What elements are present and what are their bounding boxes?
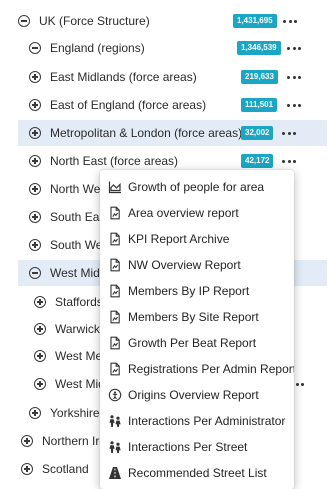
count-badge: 42,172 <box>241 154 274 168</box>
collapse-icon[interactable] <box>29 267 41 279</box>
expand-icon[interactable] <box>29 407 41 419</box>
expand-icon[interactable] <box>34 350 46 362</box>
menu-item-members-by-site-report[interactable]: Members By Site Report <box>100 304 294 330</box>
expand-icon[interactable] <box>29 183 41 195</box>
more-options-icon[interactable] <box>287 98 301 112</box>
menu-item-label: Growth Per Beat Report <box>128 336 257 350</box>
area-chart-icon <box>108 180 122 194</box>
expand-icon[interactable] <box>34 296 46 308</box>
expand-icon[interactable] <box>34 323 46 335</box>
tree-row-label: East of England (force areas) <box>50 98 207 112</box>
menu-item-kpi-report-archive[interactable]: KPI Report Archive <box>100 226 294 252</box>
expand-icon[interactable] <box>29 71 41 83</box>
menu-item-label: Registrations Per Admin Report <box>128 362 294 376</box>
menu-item-growth-of-people-for-area[interactable]: Growth of people for area <box>100 174 294 200</box>
menu-item-nw-overview-report[interactable]: NW Overview Report <box>100 252 294 278</box>
tree-row-east-of-england[interactable]: East of England (force areas) 111,501 <box>0 92 328 118</box>
menu-item-growth-per-beat-report[interactable]: Growth Per Beat Report <box>100 330 294 356</box>
menu-item-origins-overview-report[interactable]: Origins Overview Report <box>100 382 294 408</box>
report-document-icon <box>108 362 122 376</box>
report-document-icon <box>108 258 122 272</box>
more-options-icon[interactable] <box>283 14 297 28</box>
report-document-icon <box>108 284 122 298</box>
count-badge: 111,501 <box>241 98 278 112</box>
expand-icon[interactable] <box>29 155 41 167</box>
tree-row-england[interactable]: England (regions) 1,346,539 <box>0 35 328 61</box>
more-options-icon[interactable] <box>287 41 301 55</box>
report-document-icon <box>108 336 122 350</box>
menu-item-label: Members By IP Report <box>128 284 250 298</box>
more-options-icon[interactable] <box>282 154 296 168</box>
collapse-icon[interactable] <box>18 15 30 27</box>
tree-row-label: England (regions) <box>50 41 145 55</box>
count-badge: 1,346,539 <box>237 41 281 55</box>
tree-row-label: UK (Force Structure) <box>39 14 150 28</box>
tree-row-label: Metropolitan & London (force areas) <box>50 126 243 140</box>
menu-item-members-by-ip-report[interactable]: Members By IP Report <box>100 278 294 304</box>
menu-item-label: Interactions Per Administrator <box>128 414 286 428</box>
tree-row-label: North East (force areas) <box>50 154 179 168</box>
menu-item-label: Members By Site Report <box>128 310 259 324</box>
menu-item-interactions-per-administrator[interactable]: Interactions Per Administrator <box>100 408 294 434</box>
menu-item-label: KPI Report Archive <box>128 232 230 246</box>
count-badge: 1,431,695 <box>233 14 277 28</box>
expand-icon[interactable] <box>29 99 41 111</box>
expand-icon[interactable] <box>34 378 46 390</box>
tree-row-metropolitan-london[interactable]: Metropolitan & London (force areas) 32,00… <box>18 120 327 146</box>
origins-icon <box>108 388 122 402</box>
expand-icon[interactable] <box>29 211 41 223</box>
menu-item-recommended-street-list[interactable]: Recommended Street List <box>100 460 294 486</box>
menu-item-label: Growth of people for area <box>128 180 265 194</box>
menu-item-interactions-per-street[interactable]: Interactions Per Street <box>100 434 294 460</box>
menu-item-label: Origins Overview Report <box>128 388 259 402</box>
context-menu: Growth of people for area Area overview r… <box>100 170 294 489</box>
expand-icon[interactable] <box>29 127 41 139</box>
menu-item-area-overview-report[interactable]: Area overview report <box>100 200 294 226</box>
tree-row-label: East Midlands (force areas) <box>50 70 197 84</box>
report-document-icon <box>108 310 122 324</box>
menu-item-label: Recommended Street List <box>128 466 267 480</box>
tree-row-label: Scotland <box>42 462 89 476</box>
more-options-icon[interactable] <box>282 126 296 140</box>
expand-icon[interactable] <box>21 463 33 475</box>
tree-row-uk[interactable]: UK (Force Structure) 1,431,695 <box>0 8 328 34</box>
report-document-icon <box>108 206 122 220</box>
menu-item-label: Interactions Per Street <box>128 440 248 454</box>
menu-item-label: Area overview report <box>128 206 239 220</box>
collapse-icon[interactable] <box>29 42 41 54</box>
menu-item-label: NW Overview Report <box>128 258 241 272</box>
report-document-icon <box>108 232 122 246</box>
expand-icon[interactable] <box>21 435 33 447</box>
count-badge: 219,633 <box>241 70 278 84</box>
more-options-icon[interactable] <box>287 70 301 84</box>
road-icon <box>108 466 122 480</box>
count-badge: 32,002 <box>241 126 274 140</box>
tree-row-east-midlands[interactable]: East Midlands (force areas) 219,633 <box>0 64 328 90</box>
interactions-icon <box>108 414 122 428</box>
expand-icon[interactable] <box>29 239 41 251</box>
tree-row-label: Northern Ire <box>42 434 107 448</box>
interactions-icon <box>108 440 122 454</box>
menu-item-registrations-per-admin-report[interactable]: Registrations Per Admin Report <box>100 356 294 382</box>
